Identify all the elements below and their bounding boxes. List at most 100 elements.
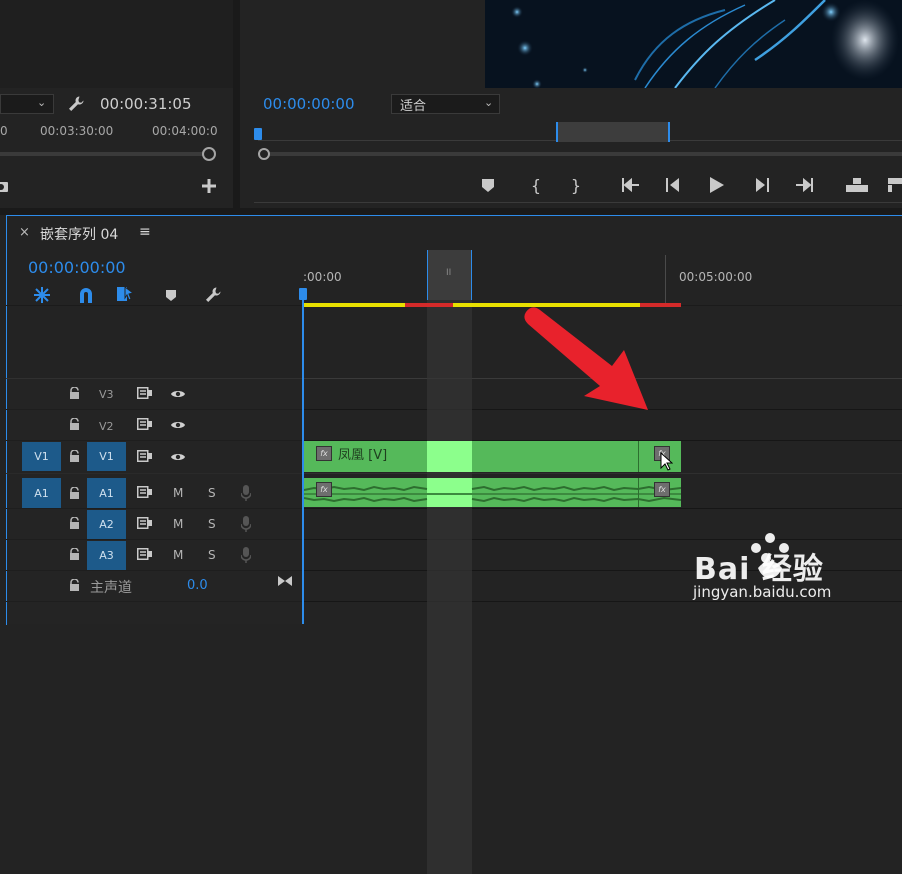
fx-badge-icon[interactable]: fx xyxy=(316,446,332,461)
lock-icon[interactable] xyxy=(67,449,81,463)
ruler-label: 00:05:00:00 xyxy=(679,270,753,284)
clip-split-line xyxy=(638,441,639,472)
sync-lock-icon[interactable] xyxy=(136,386,152,400)
wrench-icon[interactable] xyxy=(202,284,224,306)
track-target-v1[interactable]: V1 xyxy=(87,442,126,471)
program-timecode[interactable]: 00:00:00:00 xyxy=(263,95,355,113)
baidu-watermark-url: jingyan.baidu.com xyxy=(693,583,832,601)
mark-in-icon[interactable]: { xyxy=(529,176,543,195)
microphone-icon[interactable] xyxy=(240,546,252,564)
render-bar-red xyxy=(405,303,453,307)
source-ruler-tick: 00:03:30:00 xyxy=(40,124,114,138)
source-ruler-tick: 00:04:00:0 xyxy=(152,124,218,138)
video-clip-name: 凤凰 [V] xyxy=(338,448,388,463)
bowtie-icon[interactable] xyxy=(277,574,293,588)
master-volume-value[interactable]: 0.0 xyxy=(187,578,208,593)
timeline-playhead-head[interactable] xyxy=(299,288,307,300)
microphone-icon[interactable] xyxy=(240,515,252,533)
program-playhead[interactable] xyxy=(254,128,262,140)
add-button[interactable] xyxy=(200,177,218,195)
lock-icon[interactable] xyxy=(67,578,81,592)
source-scroll-handle[interactable] xyxy=(202,147,216,161)
sync-lock-icon[interactable] xyxy=(136,417,152,431)
mark-out-icon[interactable]: } xyxy=(569,176,583,195)
track-target-a1[interactable]: A1 xyxy=(87,478,126,508)
snap-icon[interactable] xyxy=(76,285,96,305)
solo-button[interactable]: S xyxy=(208,517,216,531)
source-patch-a1[interactable]: A1 xyxy=(22,478,61,508)
transport-bar xyxy=(254,202,902,203)
track-target-a2[interactable]: A2 xyxy=(87,510,126,539)
annotation-arrow-icon xyxy=(520,302,660,414)
panel-gap xyxy=(0,208,902,215)
audio-clip[interactable]: fx fx xyxy=(304,478,681,507)
master-track-label: 主声道 xyxy=(90,580,132,596)
lock-icon[interactable] xyxy=(67,547,81,561)
play-icon[interactable] xyxy=(708,176,726,194)
fx-badge-icon[interactable]: fx xyxy=(316,482,332,497)
source-patch-v1[interactable]: V1 xyxy=(22,442,61,471)
work-area-selection[interactable] xyxy=(427,250,472,874)
sync-lock-icon[interactable] xyxy=(136,516,152,530)
ruler-label: :00:00 xyxy=(303,270,342,284)
eye-icon[interactable] xyxy=(169,418,187,432)
mouse-cursor-icon xyxy=(660,452,674,472)
step-back-icon[interactable] xyxy=(664,176,682,194)
add-marker-icon[interactable] xyxy=(480,176,496,194)
lock-icon[interactable] xyxy=(67,417,81,431)
wrench-icon[interactable] xyxy=(66,94,86,114)
lock-icon[interactable] xyxy=(67,386,81,400)
eye-icon[interactable] xyxy=(169,450,187,464)
step-forward-icon[interactable] xyxy=(753,176,771,194)
work-area-handle[interactable]: II xyxy=(427,250,472,300)
microphone-icon[interactable] xyxy=(240,484,252,502)
solo-button[interactable]: S xyxy=(208,486,216,500)
baidu-watermark-brand: Bai 经验 xyxy=(694,552,824,587)
program-zoom-handle[interactable] xyxy=(258,148,270,160)
fit-select[interactable]: 适合 ⌄ xyxy=(391,94,500,114)
mute-button[interactable]: M xyxy=(173,548,183,562)
clip-highlight xyxy=(427,441,472,472)
sync-lock-icon[interactable] xyxy=(136,485,152,499)
source-video-area xyxy=(0,0,233,88)
mute-button[interactable]: M xyxy=(173,517,183,531)
sync-lock-icon[interactable] xyxy=(136,449,152,463)
video-clip[interactable]: fx 凤凰 [V] fx xyxy=(304,441,681,472)
lock-icon[interactable] xyxy=(67,516,81,530)
linked-selection-icon[interactable] xyxy=(116,284,136,304)
sequence-tab-title[interactable]: 嵌套序列 04 xyxy=(40,224,118,244)
go-to-out-icon[interactable] xyxy=(793,176,815,194)
chevron-down-icon: ⌄ xyxy=(484,96,494,109)
program-zoom-track[interactable] xyxy=(262,152,902,156)
fx-badge-icon[interactable]: fx xyxy=(654,482,670,497)
program-video-frame xyxy=(485,0,902,88)
audio-waveform xyxy=(304,485,681,503)
timeline-timecode[interactable]: 00:00:00:00 xyxy=(28,258,126,277)
extract-icon[interactable] xyxy=(888,176,902,194)
ruler-tick xyxy=(665,255,666,305)
source-dropdown[interactable]: ⌄ xyxy=(0,94,54,114)
sync-lock-icon[interactable] xyxy=(136,547,152,561)
mute-button[interactable]: M xyxy=(173,486,183,500)
source-scrollbar[interactable] xyxy=(0,152,210,156)
track-label-v2: V2 xyxy=(99,420,114,433)
program-work-area[interactable] xyxy=(556,122,670,142)
go-to-in-icon[interactable] xyxy=(620,176,642,194)
lift-icon[interactable] xyxy=(845,176,869,194)
camera-icon[interactable] xyxy=(0,178,10,194)
eye-icon[interactable] xyxy=(169,387,187,401)
track-target-a3[interactable]: A3 xyxy=(87,541,126,570)
panel-menu-icon[interactable]: ≡ xyxy=(139,224,151,240)
source-monitor: ⌄ 00:00:31:05 0 00:03:30:00 00:04:00:0 xyxy=(0,0,233,208)
lock-icon[interactable] xyxy=(67,486,81,500)
nest-toggle-icon[interactable] xyxy=(32,285,52,305)
panel-divider[interactable] xyxy=(233,0,240,208)
fit-select-value: 适合 xyxy=(400,99,427,114)
source-timecode[interactable]: 00:00:31:05 xyxy=(100,95,192,113)
solo-button[interactable]: S xyxy=(208,548,216,562)
add-marker-icon[interactable] xyxy=(163,287,179,303)
work-area-grip: II xyxy=(446,268,452,278)
clip-split-line xyxy=(638,478,639,507)
program-monitor: 00:00:00:00 适合 ⌄ { } xyxy=(240,0,902,208)
close-tab-icon[interactable]: × xyxy=(19,225,30,240)
